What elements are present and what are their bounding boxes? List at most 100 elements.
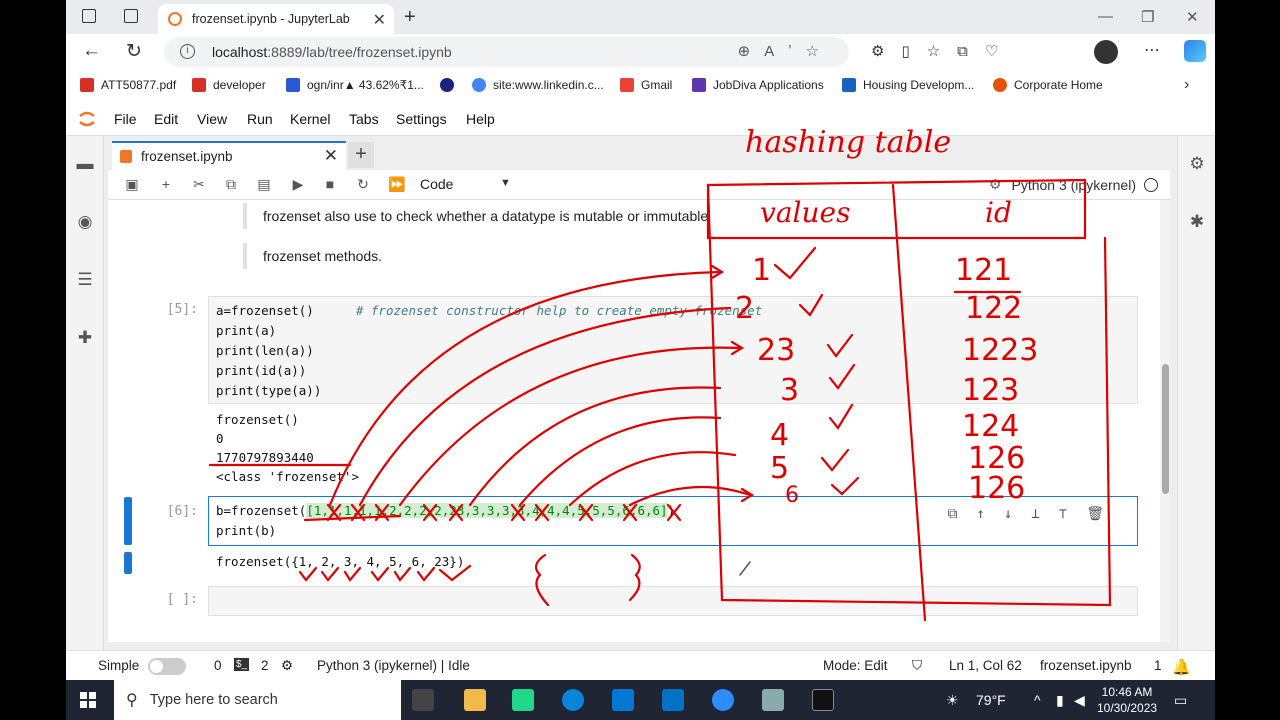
fav-item[interactable]: ATT50877.pdf (80, 78, 176, 92)
notebook-toolbar: ▣ + ✂ ⧉ ▤ ▶ ■ ↻ ⏩ Code ▼ ⚙ Python 3 (ipy… (108, 170, 1170, 200)
back-icon[interactable]: ← (82, 40, 101, 62)
cell-type-select[interactable]: Code ▼ (420, 176, 511, 192)
fav-item[interactable]: JobDiva Applications (692, 78, 824, 92)
mail-icon[interactable] (662, 689, 684, 711)
gear-icon[interactable]: ⚙ (989, 176, 1002, 193)
insert-cell-icon[interactable]: + (158, 176, 174, 192)
notebook-body[interactable]: frozenset also use to check whether a da… (108, 200, 1170, 642)
close-notebook-icon[interactable]: ✕ (324, 146, 338, 166)
kernel-gear-icon[interactable]: ⚙ (281, 658, 293, 674)
zoom-icon[interactable] (712, 689, 734, 711)
weather-icon[interactable]: ☀ (946, 692, 959, 709)
network-icon[interactable]: ▮ (1056, 692, 1064, 709)
badge-icon (440, 78, 454, 92)
code-cell-editor[interactable] (208, 586, 1138, 616)
minimize-icon[interactable]: — (1098, 8, 1113, 25)
fav-item[interactable]: ogn/inr▲ 43.62%₹1... (286, 78, 424, 92)
tray-chevron-icon[interactable]: ^ (1034, 692, 1041, 708)
menu-tabs[interactable]: Tabs (349, 111, 379, 127)
menu-run[interactable]: Run (247, 111, 273, 127)
fav-item[interactable]: Housing Developm... (842, 78, 974, 92)
running-icon[interactable]: ◉ (75, 212, 95, 232)
windows-start-icon[interactable] (80, 692, 96, 708)
menu-kernel[interactable]: Kernel (290, 111, 330, 127)
trusted-shield-icon[interactable]: ⛉ (912, 658, 922, 674)
simple-mode-toggle[interactable] (148, 658, 186, 675)
cut-icon[interactable]: ✂ (191, 176, 207, 192)
code-cell-editor[interactable]: a=frozenset() # frozenset constructor hel… (208, 296, 1138, 404)
menu-help[interactable]: Help (466, 111, 495, 127)
property-inspector-icon[interactable]: ⚙ (1187, 154, 1207, 174)
kernel-status-text[interactable]: Python 3 (ipykernel) | Idle (317, 658, 470, 673)
run-icon[interactable]: ▶ (290, 176, 306, 192)
browser-tab[interactable]: frozenset.ipynb - JupyterLab ✕ (158, 4, 394, 34)
notebook-tab[interactable]: frozenset.ipynb ✕ (112, 141, 346, 170)
taskbar-search[interactable]: ⚲ Type here to search (114, 680, 401, 720)
code-cell-editor-active[interactable]: b=frozenset([1,1,1,1,1,2,2,2,2,23,3,3,3,… (208, 496, 1138, 546)
paste-icon[interactable]: ▤ (256, 176, 272, 192)
fav-item[interactable] (440, 78, 461, 92)
fast-forward-icon[interactable]: ⏩ (388, 176, 405, 192)
kernel-indicator[interactable]: ⚙ Python 3 (ipykernel) (989, 176, 1158, 193)
browser-tab-title: frozenset.ipynb - JupyterLab (192, 12, 350, 26)
fav-item[interactable]: site:www.linkedin.c... (472, 78, 604, 92)
notifications-icon[interactable]: ▭ (1174, 692, 1187, 709)
debugger-icon[interactable]: ✱ (1187, 212, 1207, 232)
refresh-icon[interactable]: ↻ (126, 40, 142, 63)
weather-temp[interactable]: 79°F (976, 692, 1006, 708)
menu-file[interactable]: File (114, 111, 137, 127)
markdown-cell[interactable]: frozenset also use to check whether a da… (243, 203, 708, 229)
pycharm-icon[interactable] (512, 689, 534, 711)
notebook-scrollbar[interactable] (1160, 200, 1170, 642)
tab-actions-icon[interactable] (124, 9, 138, 23)
restart-icon[interactable]: ↻ (355, 176, 371, 192)
terminal-app-icon[interactable] (812, 689, 834, 711)
kernels-count[interactable]: 2 (261, 658, 269, 673)
active-cell-indicator[interactable] (124, 497, 132, 545)
terminals-count[interactable]: 0 (214, 658, 222, 673)
output-collapse-indicator[interactable] (124, 552, 132, 574)
new-launcher-button[interactable]: + (348, 142, 374, 168)
extension-icon[interactable]: ✚ (75, 328, 95, 348)
menu-edit[interactable]: Edit (154, 111, 178, 127)
fav-item[interactable]: Corporate Home (993, 78, 1103, 92)
file-explorer-icon[interactable] (464, 689, 486, 711)
task-view-icon[interactable] (412, 689, 434, 711)
site-info-icon[interactable]: i (180, 44, 195, 59)
volume-icon[interactable]: ◀ (1074, 692, 1085, 709)
save-icon[interactable]: ▣ (124, 176, 140, 192)
url-action-icons[interactable]: ⊕Aʼ☆ (738, 37, 833, 67)
toc-icon[interactable]: ☰ (75, 270, 95, 290)
profile-avatar[interactable] (1094, 40, 1118, 64)
menu-view[interactable]: View (197, 111, 227, 127)
pdf-icon (80, 78, 94, 92)
cursor-position[interactable]: Ln 1, Col 62 (949, 658, 1022, 673)
close-window-icon[interactable]: ✕ (1186, 8, 1199, 26)
python-installer-icon[interactable] (762, 689, 784, 711)
workspaces-icon[interactable] (82, 9, 96, 23)
notebook-tab-label: frozenset.ipynb (141, 149, 233, 164)
fav-item[interactable]: developer (192, 78, 266, 92)
markdown-cell[interactable]: frozenset methods. (243, 243, 382, 269)
system-clock[interactable]: 10:46 AM 10/30/2023 (1097, 684, 1157, 716)
new-tab-button[interactable]: + (404, 6, 416, 29)
favorites-bar: ATT50877.pdf developer ogn/inr▲ 43.62%₹1… (66, 70, 1215, 102)
copilot-icon[interactable] (1184, 40, 1206, 62)
close-tab-icon[interactable]: ✕ (373, 10, 386, 30)
store-icon[interactable] (612, 689, 634, 711)
url-input[interactable]: i localhost:8889/lab/tree/frozenset.ipyn… (164, 37, 849, 67)
cell-action-icons[interactable]: ⧉↑↓⊥⊤🗑 (948, 504, 1123, 524)
stop-icon[interactable]: ■ (322, 176, 338, 192)
chevron-right-icon[interactable]: › (1184, 76, 1189, 94)
edge-icon[interactable] (562, 689, 584, 711)
scrollbar-thumb[interactable] (1162, 364, 1169, 494)
restore-icon[interactable]: ❐ (1141, 8, 1154, 26)
browser-toolbar-icons[interactable]: ⚙▯☆⧉♡ (871, 42, 1015, 60)
copy-icon[interactable]: ⧉ (223, 176, 239, 192)
folder-icon[interactable]: ▬ (75, 154, 95, 174)
more-icon[interactable]: ⋯ (1144, 40, 1160, 60)
menu-settings[interactable]: Settings (396, 111, 447, 127)
bell-icon[interactable]: 🔔 (1172, 658, 1191, 676)
terminal-icon[interactable]: $_ (234, 658, 250, 671)
fav-item[interactable]: Gmail (620, 78, 672, 92)
